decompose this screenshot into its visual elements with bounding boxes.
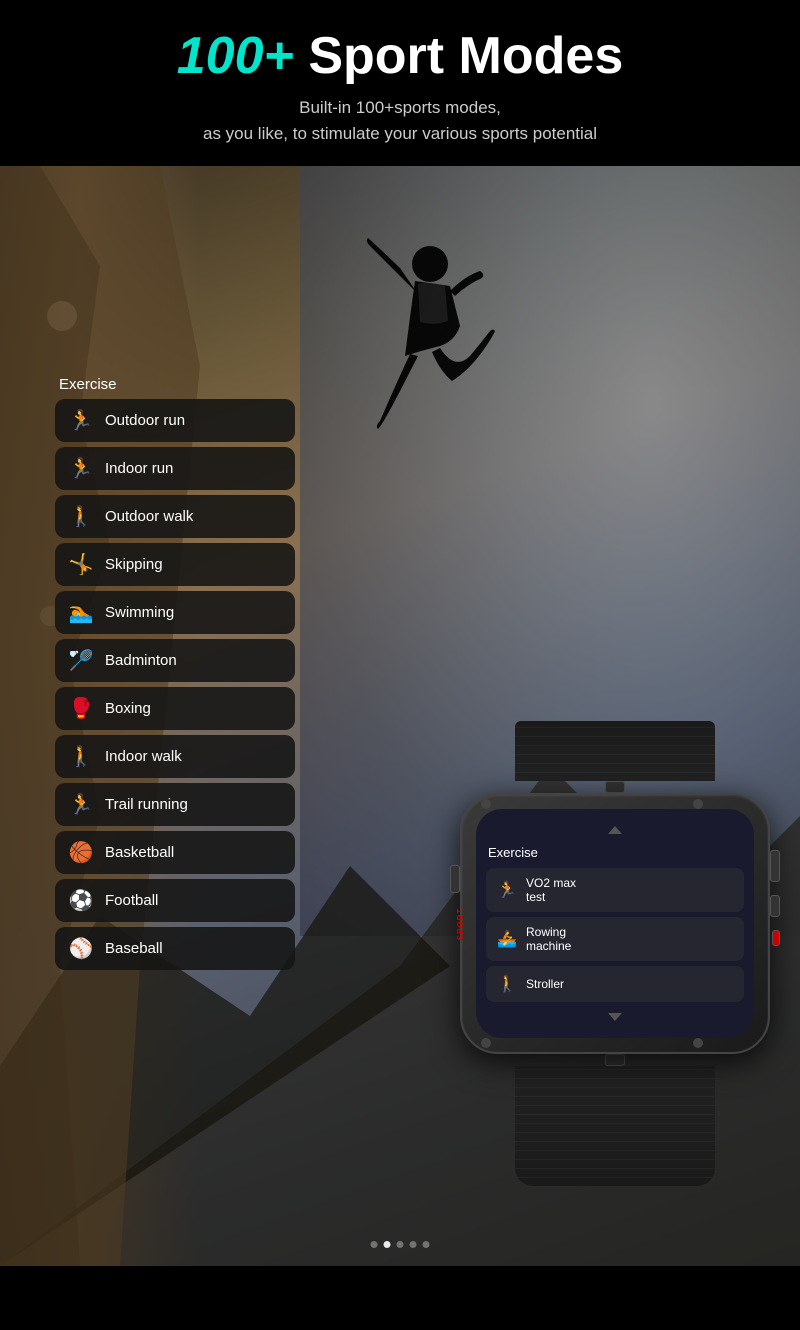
list-item[interactable]: ⚽ Football [55,879,295,922]
indoor-walk-icon: 🚶 [67,744,95,769]
basketball-label: Basketball [105,844,174,861]
outdoor-run-icon: 🏃 [67,408,95,433]
watch-band-bottom [515,1066,715,1186]
watch-screen: Exercise 🏃 VO2 maxtest 🚣 Rowingmachine 🚶… [476,809,754,1038]
watch-button-left[interactable] [450,865,460,893]
page-subtitle: Built-in 100+sports modes, as you like, … [20,95,780,146]
baseball-icon: ⚾ [67,936,95,961]
watch-container: SPORT Exercise 🏃 VO2 maxtest 🚣 Rowingmac… [460,721,770,1186]
watch-screen-item[interactable]: 🚶 Stroller [486,966,744,1002]
exercise-panel-title: Exercise [55,376,295,393]
header-section: 100+ Sport Modes Built-in 100+sports mod… [0,0,800,166]
list-item[interactable]: 🏃 Trail running [55,783,295,826]
list-item[interactable]: 🚶 Indoor walk [55,735,295,778]
pagination-dot-3[interactable] [397,1241,404,1248]
pagination-dot-4[interactable] [410,1241,417,1248]
vo2-label: VO2 maxtest [526,876,576,904]
watch-button-right-mid[interactable] [770,895,780,917]
list-item[interactable]: 🏸 Badminton [55,639,295,682]
indoor-run-icon: 🏃 [67,456,95,481]
swimming-label: Swimming [105,604,174,621]
list-item[interactable]: 🏃 Outdoor run [55,399,295,442]
screw-row-top [476,799,708,809]
watch-case: SPORT Exercise 🏃 VO2 maxtest 🚣 Rowingmac… [460,793,770,1054]
bottom-crown-indicator [608,1013,622,1021]
rowing-label: Rowingmachine [526,925,571,953]
swimming-icon: 🏊 [67,600,95,625]
list-item[interactable]: 🏊 Swimming [55,591,295,634]
badminton-label: Badminton [105,652,177,669]
indoor-run-label: Indoor run [105,460,173,477]
watch-crown-top [605,781,625,793]
list-item[interactable]: 🏃 Indoor run [55,447,295,490]
boxing-icon: 🥊 [67,696,95,721]
pagination-dot-1[interactable] [371,1241,378,1248]
football-label: Football [105,892,158,909]
watch-button-right-top[interactable] [770,850,780,882]
basketball-icon: 🏀 [67,840,95,865]
vo2-icon: 🏃 [496,880,518,900]
stroller-label: Stroller [526,977,564,991]
list-item[interactable]: 🥊 Boxing [55,687,295,730]
page-title: 100+ Sport Modes [20,28,780,85]
watch-crown-bottom [605,1054,625,1066]
watch-screen-title: Exercise [486,845,744,860]
list-item[interactable]: ⚾ Baseball [55,927,295,970]
watch-band-top [515,721,715,781]
title-rest: Sport Modes [294,27,623,85]
hero-section: Exercise 🏃 Outdoor run 🏃 Indoor run 🚶 Ou… [0,166,800,1266]
baseball-label: Baseball [105,940,163,957]
boxing-label: Boxing [105,700,151,717]
indoor-walk-label: Indoor walk [105,748,182,765]
list-item[interactable]: 🚶 Outdoor walk [55,495,295,538]
trail-running-label: Trail running [105,796,188,813]
watch-button-right-bot[interactable] [772,930,780,946]
trail-running-icon: 🏃 [67,792,95,817]
exercise-panel: Exercise 🏃 Outdoor run 🏃 Indoor run 🚶 Ou… [55,376,295,975]
skipping-label: Skipping [105,556,163,573]
pagination [371,1241,430,1248]
screw-row-bottom [476,1038,708,1048]
badminton-icon: 🏸 [67,648,95,673]
highlight-text: 100+ [177,27,294,85]
skipping-icon: 🤸 [67,552,95,577]
outdoor-walk-icon: 🚶 [67,504,95,529]
stroller-icon: 🚶 [496,974,518,994]
watch-screen-item[interactable]: 🏃 VO2 maxtest [486,868,744,912]
pagination-dot-5[interactable] [423,1241,430,1248]
list-item[interactable]: 🤸 Skipping [55,543,295,586]
sport-label: SPORT [456,907,465,940]
top-crown-indicator [608,826,622,834]
football-icon: ⚽ [67,888,95,913]
rowing-icon: 🚣 [496,929,518,949]
pagination-dot-2[interactable] [384,1241,391,1248]
outdoor-run-label: Outdoor run [105,412,185,429]
outdoor-walk-label: Outdoor walk [105,508,193,525]
list-item[interactable]: 🏀 Basketball [55,831,295,874]
watch-screen-item[interactable]: 🚣 Rowingmachine [486,917,744,961]
